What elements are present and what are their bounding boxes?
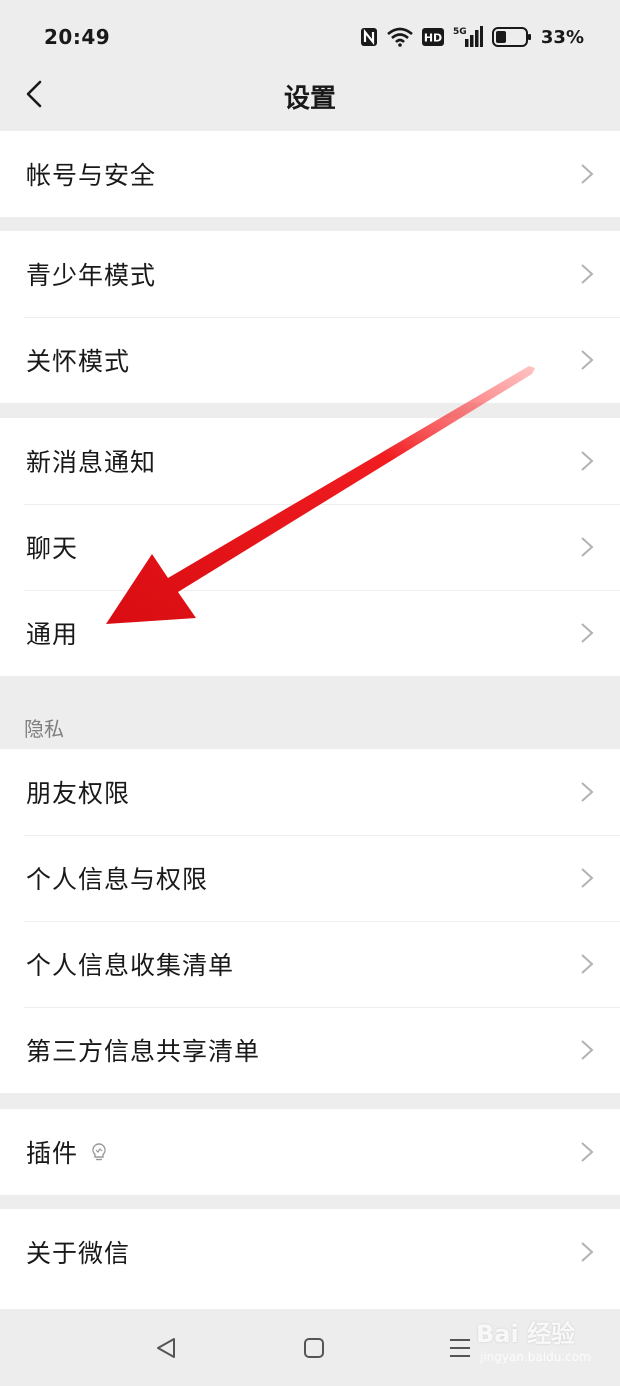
- back-triangle-icon: [157, 1338, 175, 1358]
- signal-icon: 5G: [453, 26, 483, 48]
- chevron-right-icon: [581, 164, 594, 184]
- row-about-wechat[interactable]: 关于微信: [0, 1209, 620, 1295]
- chevron-right-icon: [581, 537, 594, 557]
- row-label: 聊天: [26, 534, 79, 563]
- row-label: 青少年模式: [26, 261, 157, 290]
- row-third-party-sharing-list[interactable]: 第三方信息共享清单: [0, 1007, 620, 1093]
- nav-menu-button[interactable]: [444, 1333, 476, 1363]
- home-square-icon: [304, 1338, 324, 1358]
- lightbulb-icon: [90, 1142, 108, 1162]
- row-label: 个人信息与权限: [26, 865, 209, 894]
- status-time: 20:49: [44, 25, 111, 49]
- chevron-right-icon: [581, 451, 594, 471]
- row-plugins[interactable]: 插件: [0, 1109, 620, 1195]
- chevron-right-icon: [581, 1242, 594, 1262]
- page-title: 设置: [283, 84, 336, 114]
- group-general: 新消息通知 聊天 通用: [0, 418, 620, 676]
- row-chat[interactable]: 聊天: [0, 504, 620, 590]
- nfc-icon: [360, 27, 378, 47]
- row-personal-info-collection-list[interactable]: 个人信息收集清单: [0, 921, 620, 1007]
- chevron-right-icon: [581, 264, 594, 284]
- wifi-icon: [387, 27, 413, 47]
- row-label: 个人信息收集清单: [26, 951, 235, 980]
- nav-home-button[interactable]: [298, 1333, 330, 1363]
- header: 设置: [0, 58, 620, 130]
- battery-percent: 33%: [540, 26, 584, 48]
- row-personal-info-permissions[interactable]: 个人信息与权限: [0, 835, 620, 921]
- row-account-security[interactable]: 帐号与安全: [0, 131, 620, 217]
- group-plugins: 插件: [0, 1109, 620, 1195]
- row-general[interactable]: 通用: [0, 590, 620, 676]
- row-label: 新消息通知: [26, 448, 157, 477]
- row-teen-mode[interactable]: 青少年模式: [0, 231, 620, 317]
- section-title-privacy: 隐私: [24, 717, 64, 741]
- chevron-right-icon: [581, 868, 594, 888]
- status-icons: HD 5G 33%: [360, 26, 584, 48]
- group-about: 关于微信: [0, 1209, 620, 1309]
- row-label: 帐号与安全: [26, 161, 157, 190]
- row-label: 第三方信息共享清单: [26, 1037, 261, 1066]
- chevron-right-icon: [581, 782, 594, 802]
- row-friend-permissions[interactable]: 朋友权限: [0, 749, 620, 835]
- chevron-right-icon: [581, 1142, 594, 1162]
- menu-lines-icon: [450, 1339, 470, 1357]
- hd-icon: HD: [421, 28, 444, 46]
- watermark: Bai 经验: [476, 1320, 576, 1348]
- row-care-mode[interactable]: 关怀模式: [0, 317, 620, 403]
- row-label: 关怀模式: [26, 347, 131, 376]
- group-account: 帐号与安全: [0, 131, 620, 217]
- row-new-message-notification[interactable]: 新消息通知: [0, 418, 620, 504]
- chevron-right-icon: [581, 1040, 594, 1060]
- row-label: 通用: [26, 620, 79, 649]
- group-modes: 青少年模式 关怀模式: [0, 231, 620, 403]
- battery-icon: [491, 27, 532, 47]
- chevron-right-icon: [581, 954, 594, 974]
- row-label: 朋友权限: [26, 779, 131, 808]
- nav-back-button[interactable]: [150, 1333, 182, 1363]
- row-label: 关于微信: [26, 1239, 131, 1268]
- network-type: 5G: [453, 27, 467, 37]
- row-label: 插件: [26, 1139, 79, 1168]
- chevron-right-icon: [581, 350, 594, 370]
- svg-text:HD: HD: [424, 32, 442, 45]
- group-privacy: 朋友权限 个人信息与权限 个人信息收集清单 第三方信息共享清单: [0, 749, 620, 1093]
- chevron-right-icon: [581, 623, 594, 643]
- watermark-url: jingyan.baidu.com: [480, 1350, 591, 1364]
